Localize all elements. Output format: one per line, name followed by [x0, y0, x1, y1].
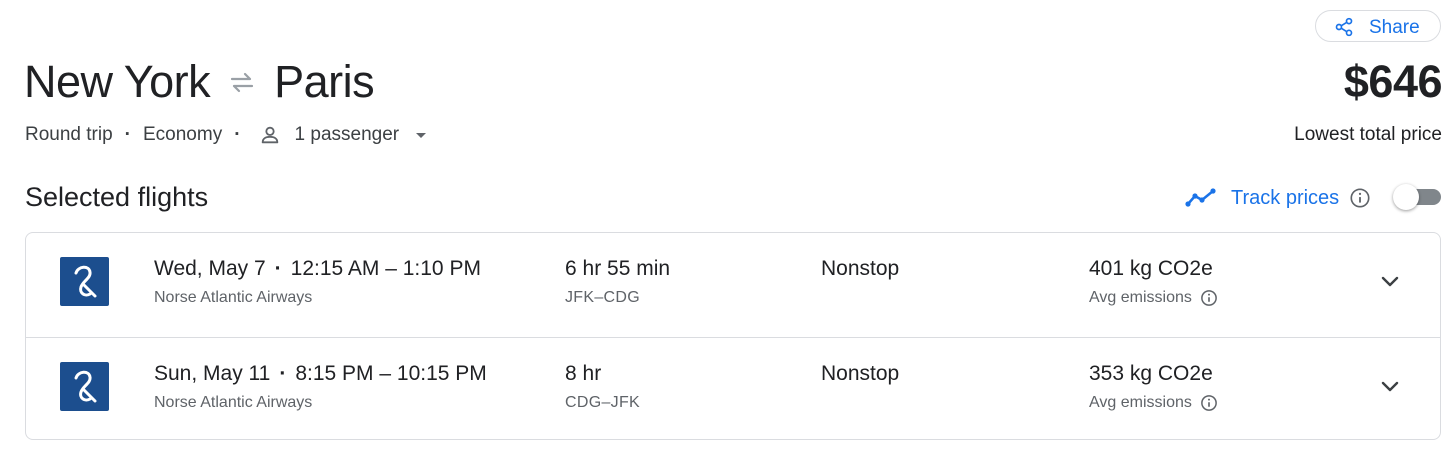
- info-icon[interactable]: [1200, 289, 1218, 307]
- flight-date-time: Wed, May 7 · 12:15 AM – 1:10 PM: [154, 257, 481, 281]
- share-button[interactable]: Share: [1315, 10, 1441, 42]
- flight-times: 8:15 PM – 10:15 PM: [295, 362, 487, 385]
- info-icon[interactable]: [1349, 187, 1371, 209]
- emissions-caption: Avg emissions: [1089, 394, 1192, 411]
- trip-type: Round trip: [25, 124, 113, 145]
- route-title: New York Paris: [24, 54, 375, 110]
- emissions-label: Avg emissions: [1089, 289, 1218, 307]
- flight-stops: Nonstop: [821, 257, 900, 280]
- toggle-knob: [1393, 184, 1419, 210]
- airline-name: Norse Atlantic Airways: [154, 289, 313, 306]
- person-icon: [259, 124, 281, 146]
- norse-logo-icon: [74, 265, 97, 298]
- separator-dot: ·: [124, 124, 131, 145]
- flight-row[interactable]: Sun, May 11 · 8:15 PM – 10:15 PM Norse Atl…: [26, 337, 1440, 442]
- passenger-count: 1 passenger: [294, 124, 400, 145]
- flight-duration: 8 hr: [565, 362, 602, 385]
- share-label: Share: [1369, 17, 1420, 38]
- emissions-caption: Avg emissions: [1089, 289, 1192, 306]
- trend-line-icon: [1185, 187, 1217, 209]
- swap-arrows-icon: [228, 70, 256, 94]
- flight-emissions: 353 kg CO2e: [1089, 362, 1213, 385]
- origin-city: New York: [24, 56, 211, 107]
- flight-date-time: Sun, May 11 · 8:15 PM – 10:15 PM: [154, 362, 487, 386]
- passenger-selector[interactable]: 1 passenger: [295, 124, 430, 146]
- chevron-down-icon[interactable]: [1378, 374, 1402, 398]
- cabin-class: Economy: [143, 124, 223, 145]
- price-caption: Lowest total price: [1294, 124, 1442, 145]
- airline-logo: [60, 362, 109, 411]
- flight-stops: Nonstop: [821, 362, 900, 385]
- airport-route: JFK–CDG: [565, 289, 640, 306]
- track-prices-label: Track prices: [1231, 186, 1340, 209]
- airport-route: CDG–JFK: [565, 394, 640, 411]
- track-prices[interactable]: Track prices: [1185, 184, 1371, 212]
- separator-dot: ·: [274, 257, 282, 280]
- section-title: Selected flights: [25, 182, 209, 212]
- flight-date: Sun, May 11: [154, 362, 271, 385]
- total-price: $646: [1343, 56, 1443, 107]
- track-prices-toggle[interactable]: [1393, 184, 1441, 210]
- separator-dot: ·: [234, 124, 241, 145]
- flight-emissions: 401 kg CO2e: [1089, 257, 1213, 280]
- selected-flights-card: Wed, May 7 · 12:15 AM – 1:10 PM Norse Atla…: [25, 232, 1441, 440]
- trip-summary: Round trip · Economy · 1 passenger: [25, 122, 429, 148]
- chevron-down-icon[interactable]: [1378, 269, 1402, 293]
- share-icon: [1335, 17, 1353, 37]
- flight-times: 12:15 AM – 1:10 PM: [290, 257, 481, 280]
- flight-row[interactable]: Wed, May 7 · 12:15 AM – 1:10 PM Norse Atla…: [26, 233, 1440, 337]
- airline-name: Norse Atlantic Airways: [154, 394, 313, 411]
- norse-logo-icon: [74, 370, 97, 403]
- emissions-label: Avg emissions: [1089, 394, 1218, 412]
- flight-date: Wed, May 7: [154, 257, 266, 280]
- flight-duration: 6 hr 55 min: [565, 257, 671, 280]
- separator-dot: ·: [279, 362, 287, 385]
- info-icon[interactable]: [1200, 394, 1218, 412]
- caret-down-icon: [413, 127, 429, 143]
- airline-logo: [60, 257, 109, 306]
- destination-city: Paris: [274, 56, 375, 107]
